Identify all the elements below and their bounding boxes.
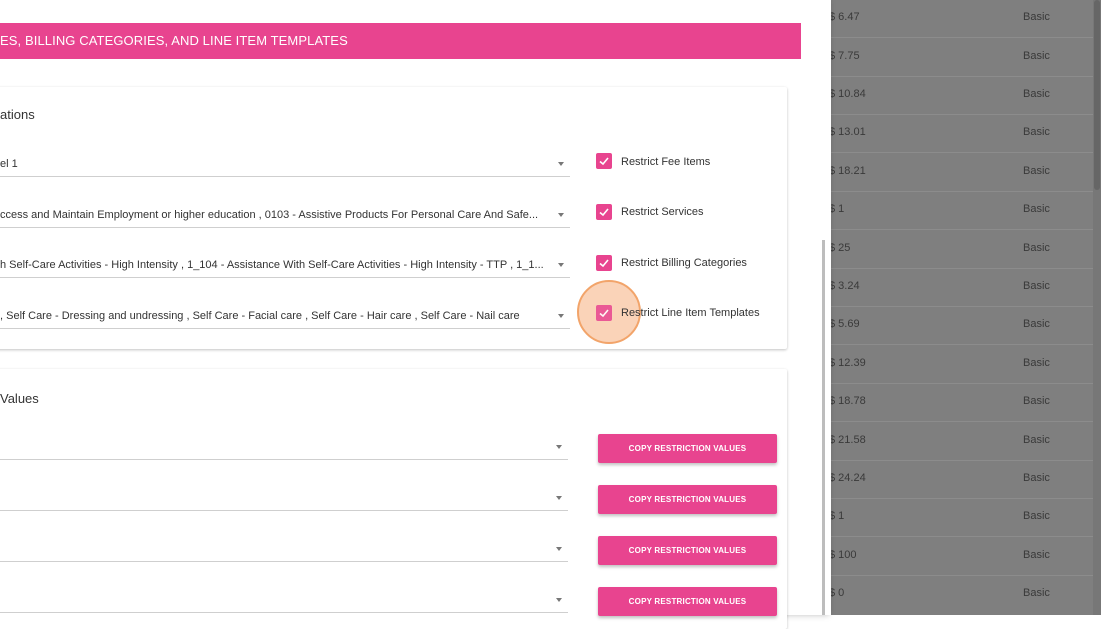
- bg-row: $ 7.75 Basic: [829, 50, 1093, 77]
- bg-row: $ 1 Basic: [829, 510, 1093, 537]
- section-header-title: ES, BILLING CATEGORIES, AND LINE ITEM TE…: [0, 33, 348, 48]
- bg-row: $ 0 Basic: [829, 587, 1050, 599]
- bg-row: $ 18.78 Basic: [829, 395, 1093, 422]
- restrict-line-item-templates-label: Restrict Line Item Templates: [621, 307, 760, 319]
- restrict-line-item-templates-checkbox[interactable]: [596, 305, 612, 321]
- chevron-down-icon: [558, 314, 564, 318]
- copy-restriction-values-button[interactable]: COPY RESTRICTION VALUES: [598, 434, 777, 463]
- bg-row: $ 100 Basic: [829, 549, 1093, 576]
- restrict-services-label: Restrict Services: [621, 206, 704, 218]
- bg-row: $ 1 Basic: [829, 203, 1093, 230]
- services-select[interactable]: ccess and Maintain Employment or higher …: [0, 207, 570, 228]
- restriction-value-select-3[interactable]: [0, 541, 568, 562]
- drawer-scrollbar[interactable]: [822, 240, 825, 615]
- check-icon: [599, 259, 609, 268]
- copy-restriction-values-button[interactable]: COPY RESTRICTION VALUES: [598, 536, 777, 565]
- check-icon: [599, 157, 609, 166]
- section-header: ES, BILLING CATEGORIES, AND LINE ITEM TE…: [0, 23, 801, 59]
- restrict-fee-items-checkbox[interactable]: [596, 153, 612, 169]
- bg-row: $ 5.69 Basic: [829, 318, 1093, 345]
- fee-items-select-value: el 1: [0, 158, 18, 170]
- restriction-value-select-2[interactable]: [0, 490, 568, 511]
- restrict-fee-items-label: Restrict Fee Items: [621, 156, 711, 168]
- background-scrollbar[interactable]: [1093, 0, 1101, 615]
- restrict-services-checkbox[interactable]: [596, 204, 612, 220]
- chevron-down-icon: [558, 213, 564, 217]
- bg-row: $ 21.58 Basic: [829, 434, 1093, 461]
- background-scroll-thumb[interactable]: [1094, 0, 1100, 190]
- bg-row: $ 3.24 Basic: [829, 280, 1093, 307]
- bg-row: $ 24.24 Basic: [829, 472, 1093, 499]
- restriction-value-select-1[interactable]: [0, 439, 568, 460]
- bg-row: $ 12.39 Basic: [829, 357, 1093, 384]
- chevron-down-icon: [558, 263, 564, 267]
- check-icon: [599, 309, 609, 318]
- restrictions-card-title: ations: [0, 107, 35, 122]
- bg-row: $ 13.01 Basic: [829, 126, 1093, 153]
- services-select-value: ccess and Maintain Employment or higher …: [0, 209, 539, 221]
- restrict-billing-categories-label: Restrict Billing Categories: [621, 257, 747, 269]
- fee-items-select[interactable]: el 1: [0, 156, 570, 177]
- billing-categories-select-value: h Self-Care Activities - High Intensity …: [0, 259, 544, 271]
- check-icon: [599, 208, 609, 217]
- chevron-down-icon: [558, 162, 564, 166]
- restrict-billing-categories-checkbox[interactable]: [596, 255, 612, 271]
- chevron-down-icon: [556, 547, 562, 551]
- restrictions-drawer: ES, BILLING CATEGORIES, AND LINE ITEM TE…: [0, 0, 831, 629]
- bg-row: $ 6.47 Basic: [829, 11, 1093, 38]
- copy-restriction-values-button[interactable]: COPY RESTRICTION VALUES: [598, 587, 777, 616]
- chevron-down-icon: [556, 598, 562, 602]
- background-price-table: $ 6.47 Basic $ 7.75 Basic $ 10.84 Basic $ 1…: [829, 0, 1101, 615]
- line-item-templates-select-value: , Self Care - Dressing and undressing , …: [0, 310, 520, 322]
- chevron-down-icon: [556, 496, 562, 500]
- restriction-value-select-4[interactable]: [0, 592, 568, 613]
- bg-row: $ 18.21 Basic: [829, 165, 1093, 192]
- line-item-templates-select[interactable]: , Self Care - Dressing and undressing , …: [0, 308, 570, 329]
- bg-row: $ 25 Basic: [829, 242, 1093, 269]
- billing-categories-select[interactable]: h Self-Care Activities - High Intensity …: [0, 257, 570, 278]
- bg-row: $ 10.84 Basic: [829, 88, 1093, 115]
- copy-restriction-values-button[interactable]: COPY RESTRICTION VALUES: [598, 485, 777, 514]
- chevron-down-icon: [556, 445, 562, 449]
- restriction-values-card-title: Values: [0, 391, 39, 406]
